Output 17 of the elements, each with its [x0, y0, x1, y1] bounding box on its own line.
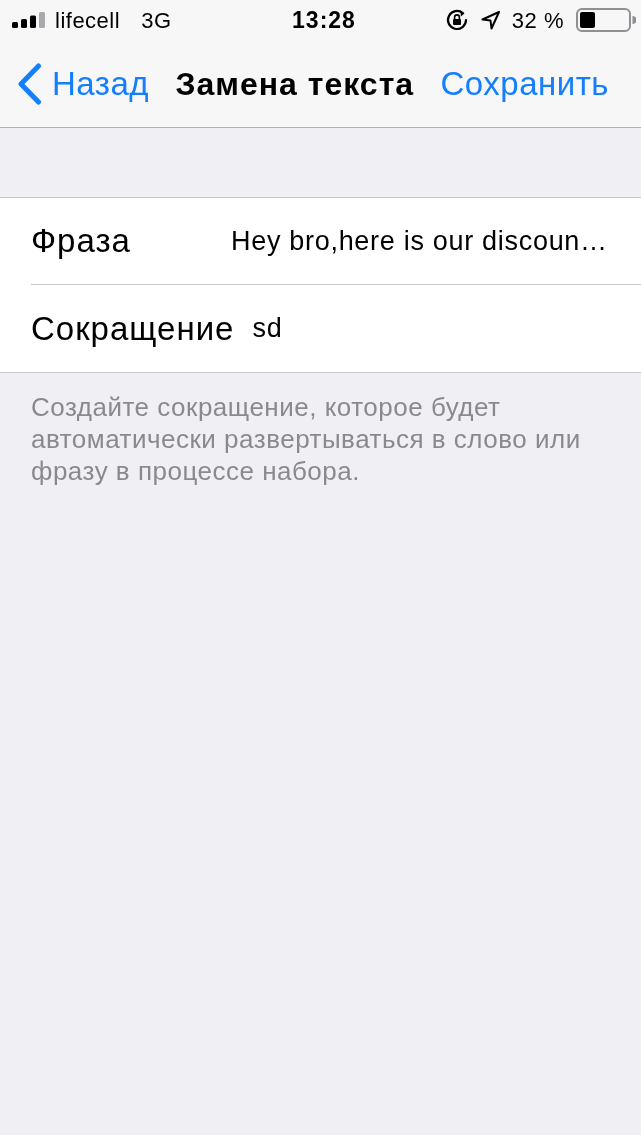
field-label: Фраза [31, 221, 132, 262]
battery-percent: 32 % [511, 6, 564, 35]
back-button[interactable]: Назад [17, 62, 150, 105]
screen-title: Замена текста [175, 64, 415, 104]
signal-bars-icon [12, 12, 48, 28]
location-arrow-icon [480, 10, 500, 30]
rotation-lock-icon [444, 8, 469, 32]
hint-text: Создайте сокращение, которое будет автоматически развертываться в слово или фразу в процессе набора. [30, 391, 582, 487]
text-field[interactable]: sd [252, 308, 629, 349]
carrier-name: lifecell [55, 6, 121, 35]
network-type: 3G [141, 6, 172, 35]
battery-icon [576, 8, 636, 32]
clock-time: 13:28 [292, 5, 356, 35]
save-button[interactable]: Сохранить [440, 67, 609, 100]
field-label: Сокращение [31, 308, 235, 349]
text-field[interactable]: Hey bro,here is our discoun… [231, 220, 629, 262]
back-chevron-icon [17, 62, 42, 105]
